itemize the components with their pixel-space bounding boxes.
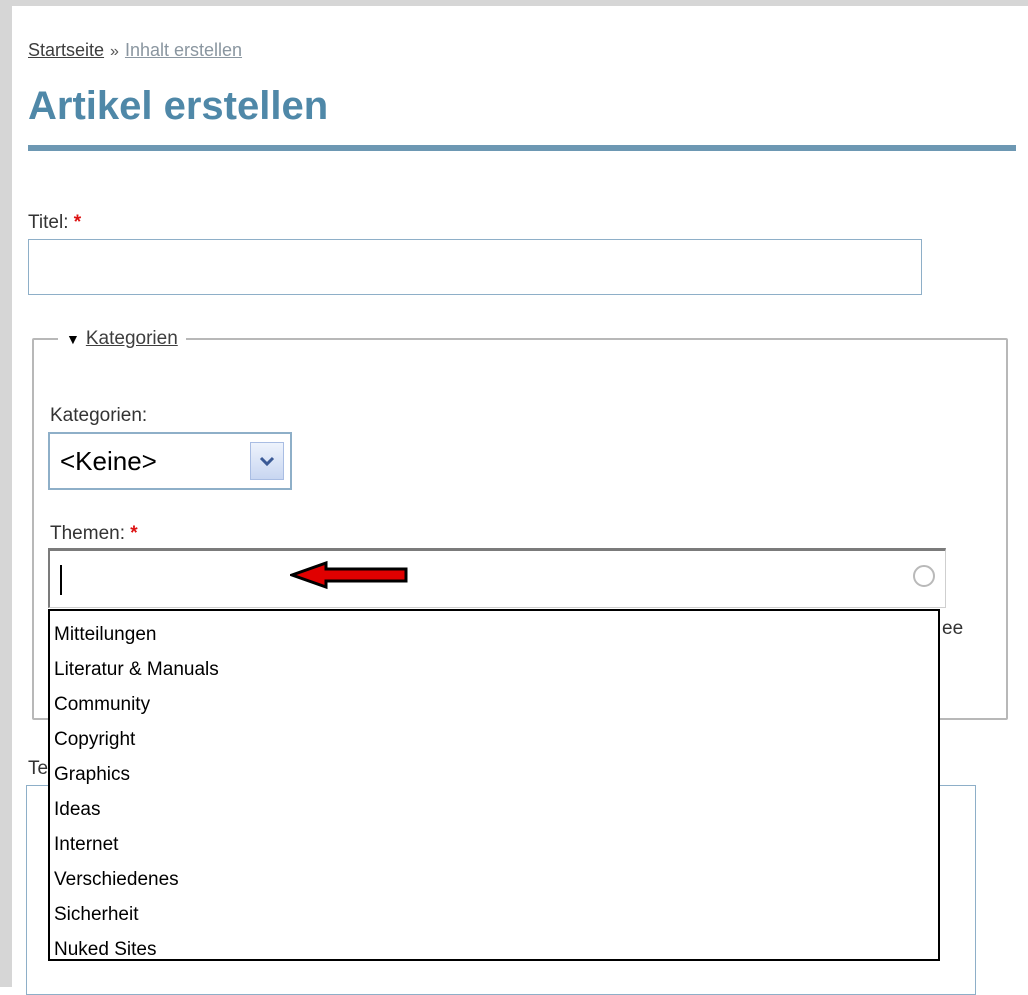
autocomplete-option[interactable]: Copyright <box>50 722 938 757</box>
breadcrumb-current-link[interactable]: Inhalt erstellen <box>125 40 242 60</box>
kategorien-label: Kategorien: <box>50 405 148 426</box>
title-label-text: Titel: <box>28 212 69 233</box>
autocomplete-option[interactable]: Ideas <box>50 792 938 827</box>
autocomplete-option[interactable]: Sicherheit <box>50 897 938 932</box>
title-input[interactable] <box>28 239 922 295</box>
chevron-down-icon[interactable] <box>250 442 284 480</box>
themen-autocomplete-list: Mitteilungen Literatur & Manuals Community… <box>48 609 940 961</box>
breadcrumb: Startseite » Inhalt erstellen <box>28 40 242 61</box>
page-title: Artikel erstellen <box>28 84 329 128</box>
autocomplete-option[interactable]: Internet <box>50 827 938 862</box>
text-field-label-fragment: Te <box>28 758 49 779</box>
required-mark: * <box>130 523 138 544</box>
required-mark: * <box>73 212 82 233</box>
autocomplete-option[interactable]: Verschiedenes <box>50 862 938 897</box>
kategorien-select[interactable]: <Keine> <box>48 432 292 490</box>
autocomplete-option[interactable]: Mitteilungen <box>50 617 938 652</box>
autocomplete-option[interactable]: Graphics <box>50 757 938 792</box>
autocomplete-option[interactable]: Nuked Sites <box>50 932 938 967</box>
themen-input[interactable] <box>48 548 946 608</box>
breadcrumb-home-link[interactable]: Startseite <box>28 40 104 60</box>
window-frame-top <box>0 0 1028 6</box>
title-label: Titel: * <box>28 212 81 234</box>
throbber-icon <box>913 565 935 587</box>
triangle-down-icon: ▼ <box>66 331 80 347</box>
text-cursor <box>60 565 62 595</box>
red-arrow-left-icon <box>290 560 408 590</box>
themen-label: Themen: * <box>50 523 138 545</box>
themen-help-text-fragment: ee <box>942 618 964 639</box>
title-divider <box>28 145 1016 151</box>
themen-label-text: Themen: <box>50 523 125 544</box>
fieldset-legend[interactable]: ▼ Kategorien <box>58 328 186 350</box>
kategorien-select-value: <Keine> <box>60 445 157 476</box>
autocomplete-option[interactable]: Literatur & Manuals <box>50 652 938 687</box>
autocomplete-option[interactable]: Community <box>50 687 938 722</box>
breadcrumb-separator: » <box>110 43 119 60</box>
fieldset-legend-link[interactable]: Kategorien <box>86 328 178 350</box>
window-frame-left <box>0 0 12 987</box>
